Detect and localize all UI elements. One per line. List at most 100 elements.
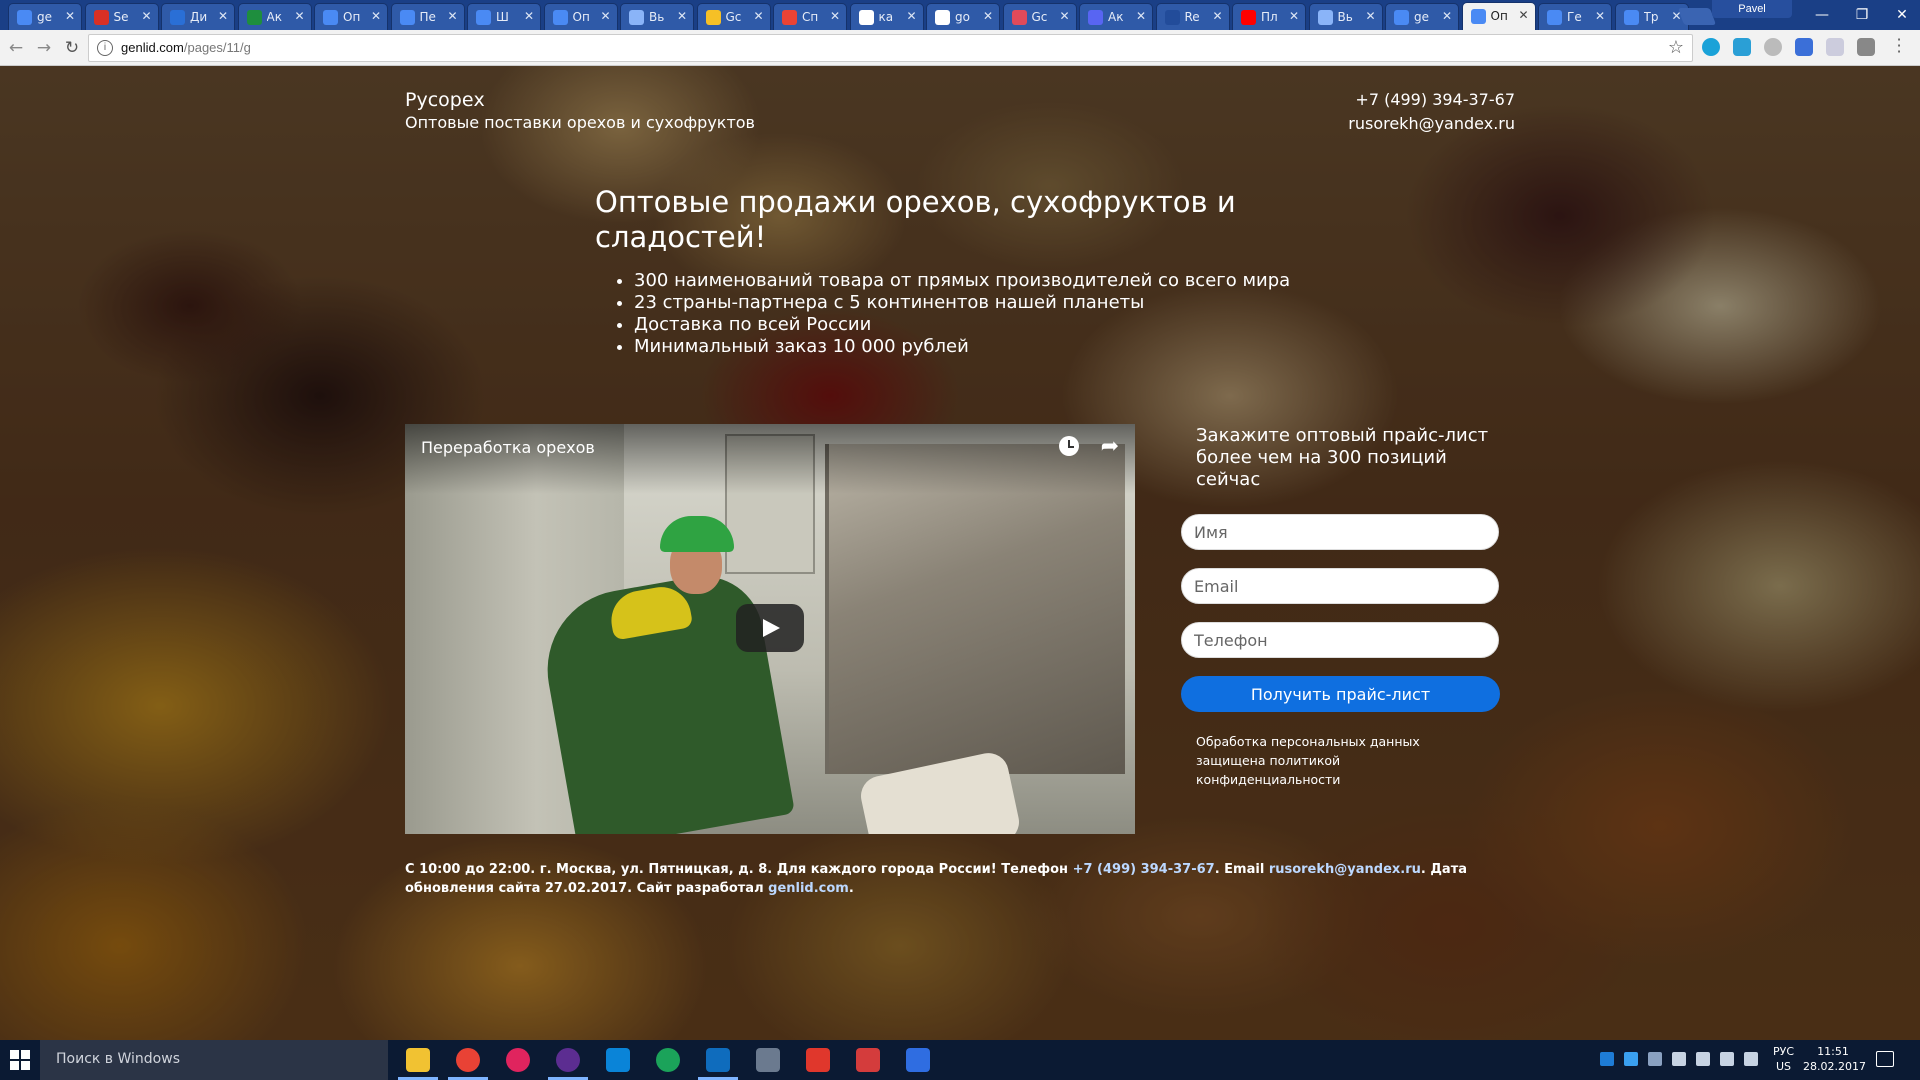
extension-icon[interactable] — [1733, 38, 1751, 56]
browser-tab[interactable]: Оп ✕ — [543, 3, 618, 30]
chrome-icon[interactable] — [448, 1048, 488, 1080]
tab-close-icon[interactable]: ✕ — [141, 9, 151, 23]
browser-tab[interactable]: Gc ✕ — [696, 3, 771, 30]
back-icon[interactable]: ← — [4, 36, 28, 60]
tab-close-icon[interactable]: ✕ — [218, 9, 228, 23]
browser-tab[interactable]: Ди ✕ — [161, 3, 235, 30]
tray-icon[interactable] — [1624, 1052, 1638, 1066]
tab-close-icon[interactable]: ✕ — [447, 9, 457, 23]
video-title[interactable]: Переработка орехов — [421, 438, 595, 457]
url-text[interactable]: genlid.com/pages/11/g — [121, 40, 251, 55]
tab-close-icon[interactable]: ✕ — [1595, 9, 1605, 23]
tray-volume-icon[interactable] — [1744, 1052, 1758, 1066]
browser-tab[interactable]: Оп ✕ — [314, 3, 388, 30]
browser-tab[interactable]: Пл ✕ — [1232, 3, 1306, 30]
tab-close-icon[interactable]: ✕ — [1442, 9, 1452, 23]
tray-network-icon[interactable] — [1720, 1052, 1734, 1066]
browser-tab[interactable]: Se ✕ — [84, 3, 159, 30]
tab-close-icon[interactable]: ✕ — [600, 9, 610, 23]
bookmark-star-icon[interactable]: ☆ — [1668, 37, 1684, 58]
browser-tab[interactable]: Ге ✕ — [1538, 3, 1612, 30]
action-center-icon[interactable] — [1876, 1051, 1894, 1067]
profile-button[interactable]: Pavel — [1712, 0, 1792, 18]
tab-close-icon[interactable]: ✕ — [1136, 9, 1146, 23]
file-explorer-icon[interactable] — [398, 1048, 438, 1080]
footer-phone-link[interactable]: +7 (499) 394-37-67 — [1073, 862, 1215, 877]
app-icon[interactable] — [656, 1048, 680, 1072]
windows-search-box[interactable]: Поиск в Windows — [40, 1040, 388, 1080]
browser-tab[interactable]: Ак ✕ — [237, 3, 312, 30]
info-icon[interactable]: i — [97, 40, 113, 56]
tab-close-icon[interactable]: ✕ — [1365, 9, 1375, 23]
outlook-icon[interactable] — [698, 1048, 738, 1080]
header-phone[interactable]: +7 (499) 394-37-67 — [1355, 90, 1515, 109]
tab-close-icon[interactable]: ✕ — [371, 9, 381, 23]
browser-tab[interactable]: go ✕ — [926, 3, 1000, 30]
browser-tab[interactable]: Вь ✕ — [1308, 3, 1383, 30]
address-bar[interactable]: i genlid.com/pages/11/g ☆ — [88, 34, 1693, 62]
tab-close-icon[interactable]: ✕ — [753, 9, 763, 23]
tab-favicon-icon — [935, 10, 950, 25]
tray-shield-icon[interactable] — [1672, 1052, 1686, 1066]
share-icon[interactable]: ➦ — [1101, 434, 1119, 459]
edge-icon[interactable] — [606, 1048, 630, 1072]
browser-tab[interactable]: Ш ✕ — [467, 3, 541, 30]
extension-translate-icon[interactable] — [1795, 38, 1813, 56]
extension-icon[interactable] — [1764, 38, 1782, 56]
app-icon[interactable] — [506, 1048, 530, 1072]
tab-close-icon[interactable]: ✕ — [1289, 9, 1299, 23]
browser-tab[interactable]: ge ✕ — [1385, 3, 1459, 30]
play-button[interactable] — [736, 604, 804, 652]
browser-tab[interactable]: ка ✕ — [849, 3, 924, 30]
forward-icon[interactable]: → — [32, 36, 56, 60]
tab-close-icon[interactable]: ✕ — [294, 9, 304, 23]
tab-close-icon[interactable]: ✕ — [1212, 9, 1222, 23]
app-icon[interactable] — [756, 1048, 780, 1072]
phone-field[interactable] — [1181, 622, 1499, 658]
close-window-icon[interactable]: ✕ — [1880, 2, 1920, 28]
windows-start-icon[interactable] — [10, 1050, 30, 1070]
clock[interactable]: 11:51 28.02.2017 — [1803, 1044, 1866, 1074]
browser-tab[interactable]: Тр ✕ — [1614, 3, 1689, 30]
browser-tab[interactable]: Вь ✕ — [620, 3, 694, 30]
tab-close-icon[interactable]: ✕ — [830, 9, 840, 23]
reload-icon[interactable]: ↻ — [60, 36, 84, 60]
watch-later-icon[interactable] — [1059, 436, 1079, 456]
tab-close-icon[interactable]: ✕ — [524, 9, 534, 23]
get-price-list-button[interactable]: Получить прайс-лист — [1181, 676, 1500, 712]
video-player[interactable]: Переработка орехов ➦ — [405, 424, 1135, 834]
tray-battery-icon[interactable] — [1696, 1052, 1710, 1066]
tab-close-icon[interactable]: ✕ — [983, 9, 993, 23]
language-indicator[interactable]: РУС US — [1773, 1044, 1794, 1074]
new-tab-button[interactable] — [1677, 8, 1717, 25]
tab-active[interactable]: Оп ✕ — [1461, 2, 1536, 30]
tab-close-icon[interactable]: ✕ — [65, 9, 75, 23]
app-icon[interactable] — [548, 1048, 588, 1080]
tab-close-icon[interactable]: ✕ — [677, 9, 687, 23]
name-field[interactable] — [1181, 514, 1499, 550]
browser-tab[interactable]: Gc ✕ — [1002, 3, 1077, 30]
app-icon[interactable] — [906, 1048, 930, 1072]
email-field[interactable] — [1181, 568, 1499, 604]
minimize-icon[interactable]: — — [1800, 2, 1844, 28]
tab-close-icon[interactable]: ✕ — [1518, 8, 1528, 22]
browser-tab[interactable]: Ак ✕ — [1079, 3, 1153, 30]
extension-icon[interactable] — [1826, 38, 1844, 56]
tab-close-icon[interactable]: ✕ — [1059, 9, 1069, 23]
browser-tab[interactable]: Re ✕ — [1155, 3, 1230, 30]
footer-developer-link[interactable]: genlid.com — [768, 881, 849, 896]
maximize-icon[interactable]: ❐ — [1840, 2, 1884, 28]
chrome-menu-icon[interactable]: · · · — [1894, 32, 1904, 60]
extension-icon[interactable] — [1857, 38, 1875, 56]
header-email[interactable]: rusorekh@yandex.ru — [1348, 114, 1515, 133]
app-icon[interactable] — [856, 1048, 880, 1072]
app-icon[interactable] — [806, 1048, 830, 1072]
tray-outlook-icon[interactable] — [1600, 1052, 1614, 1066]
tab-close-icon[interactable]: ✕ — [906, 9, 916, 23]
browser-tab[interactable]: Сп ✕ — [773, 3, 847, 30]
browser-tab[interactable]: ge ✕ — [8, 3, 82, 30]
extension-skype-icon[interactable] — [1702, 38, 1720, 56]
tray-icon[interactable] — [1648, 1052, 1662, 1066]
footer-email-link[interactable]: rusorekh@yandex.ru — [1269, 862, 1421, 877]
browser-tab[interactable]: Пе ✕ — [390, 3, 465, 30]
